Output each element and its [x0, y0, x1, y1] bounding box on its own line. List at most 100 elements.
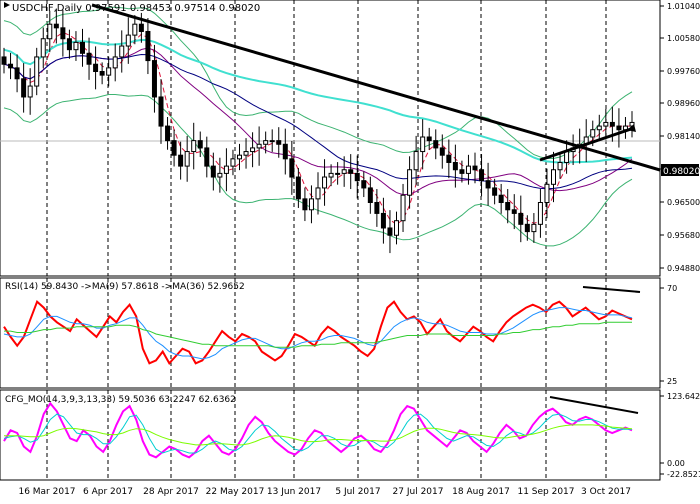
chart-window[interactable]: USDCHF,Daily 0.97591 0.98453 0.97514 0.9…	[0, 0, 700, 500]
candle-body	[603, 121, 609, 127]
y-tick-label: 123.6422	[667, 392, 700, 401]
candle-body	[341, 169, 347, 174]
y-tick-label: 1.01040	[667, 2, 700, 11]
candle-body	[537, 202, 543, 225]
candle-body	[289, 158, 295, 178]
candle-body	[256, 143, 262, 149]
candle-body	[531, 223, 537, 233]
x-tick-label: 13 Jun 2017	[267, 487, 321, 497]
candle-body	[34, 56, 40, 87]
candle-body	[210, 165, 216, 178]
candle-body	[282, 143, 288, 160]
candle-body	[479, 169, 485, 182]
candle-body	[413, 151, 419, 171]
candle-body	[132, 23, 138, 36]
candle-body	[119, 45, 125, 58]
candle-body	[80, 41, 85, 54]
y-tick-label: 0.94880	[667, 264, 700, 273]
candle-body	[184, 151, 190, 167]
x-tick-label: 11 Sep 2017	[517, 487, 574, 497]
candle-body	[505, 202, 511, 211]
candle-body	[426, 136, 432, 142]
candle-body	[407, 169, 413, 196]
candle-body	[616, 125, 622, 131]
candle-body	[380, 212, 386, 229]
candle-body	[99, 71, 105, 76]
candle-body	[446, 154, 452, 163]
candle-body	[439, 147, 445, 156]
candle-body	[302, 198, 308, 211]
candle-body	[459, 169, 465, 174]
candle-body	[315, 187, 321, 200]
candle-body	[8, 63, 14, 69]
candle-body	[394, 220, 399, 236]
x-tick-label: 6 Apr 2017	[83, 487, 133, 497]
candle-body	[295, 176, 301, 200]
y-tick-label: 0.95680	[667, 231, 700, 240]
candle-body	[354, 172, 360, 182]
candle-body	[60, 27, 66, 40]
candle-body	[138, 23, 144, 32]
y-tick-label: 1.00580	[667, 34, 700, 43]
candle-body	[14, 67, 20, 80]
candle-body	[551, 169, 556, 185]
candle-body	[125, 34, 131, 47]
candle-body	[237, 154, 242, 160]
candle-body	[400, 194, 406, 222]
candle-body	[21, 78, 27, 98]
candle-body	[151, 60, 157, 98]
x-tick-label: 27 Jul 2017	[393, 487, 444, 497]
x-tick-label: 28 Apr 2017	[143, 487, 199, 497]
candle-body	[53, 23, 59, 29]
y-tick-label: 0.98140	[667, 132, 700, 141]
y-tick-label: 0.99760	[667, 67, 700, 76]
candle-body	[223, 165, 229, 174]
price-panel-header: USDCHF,Daily 0.97591 0.98453 0.97514 0.9…	[12, 3, 260, 14]
candle-body	[93, 63, 99, 72]
candle-body	[472, 165, 478, 171]
candle-body	[230, 158, 236, 167]
candle-body	[204, 147, 210, 167]
candle-body	[165, 125, 171, 142]
y-tick-label: 25	[667, 377, 677, 386]
candle-body	[596, 125, 602, 131]
x-tick-label: 16 Mar 2017	[18, 487, 75, 497]
candle-body	[348, 169, 354, 174]
candle-body	[158, 96, 164, 127]
candle-body	[73, 41, 79, 51]
current-price-label: 0.98020	[663, 167, 700, 177]
rsi-panel-header: RSI(14) 59.8430 ->MA(9) 57.8618 ->MA(36)…	[5, 282, 245, 292]
candle-body	[387, 227, 393, 236]
candle-body	[178, 154, 184, 167]
candle-body	[106, 67, 112, 76]
x-tick-label: 5 Jul 2017	[335, 487, 380, 497]
candle-body	[243, 151, 249, 156]
candle-body	[433, 140, 439, 149]
chart-canvas[interactable]: USDCHF,Daily 0.97591 0.98453 0.97514 0.9…	[0, 0, 700, 500]
cfg-panel-header: CFG_MO(14,3,9,3,13,33) 59.5036 63.2247 6…	[5, 395, 236, 405]
candle-body	[335, 172, 341, 175]
candle-body	[217, 172, 223, 178]
candle-body	[328, 172, 334, 178]
candle-body	[197, 140, 203, 149]
candle-body	[112, 56, 118, 69]
x-tick-label: 22 May 2017	[206, 487, 265, 497]
candle-body	[590, 129, 596, 138]
y-tick-label: 0.98960	[667, 99, 700, 108]
y-tick-label: 70	[667, 284, 677, 293]
candle-body	[498, 194, 504, 204]
candle-body	[276, 140, 282, 145]
candle-body	[557, 161, 563, 171]
candle-body	[171, 140, 177, 156]
candle-body	[524, 223, 530, 233]
candle-body	[361, 180, 367, 189]
candle-body	[250, 147, 256, 153]
candle-body	[322, 176, 328, 189]
candle-body	[452, 161, 458, 171]
candle-body	[86, 52, 92, 65]
candle-body	[145, 30, 151, 62]
y-tick-label: 0.96500	[667, 198, 700, 207]
candle-body	[544, 183, 550, 204]
candle-body	[66, 38, 72, 51]
candle-body	[511, 209, 517, 214]
